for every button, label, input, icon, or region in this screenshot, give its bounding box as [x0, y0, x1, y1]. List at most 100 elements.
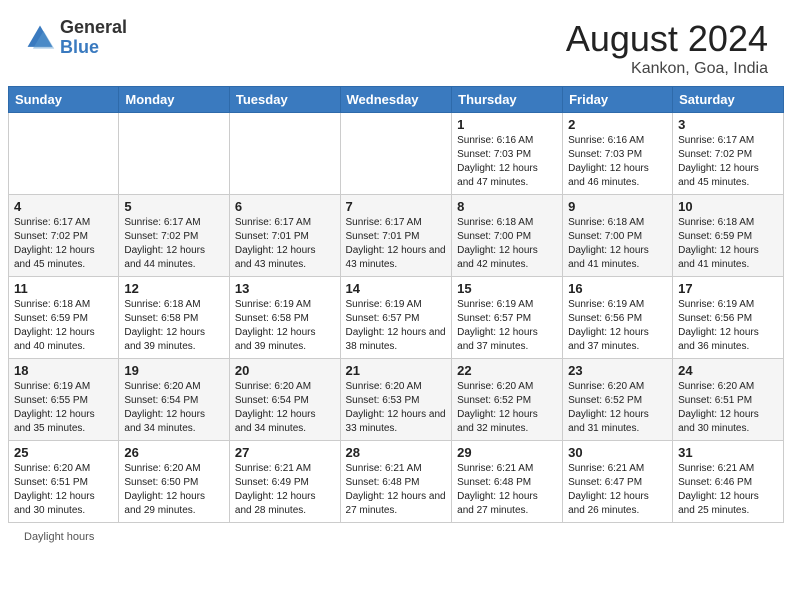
footer-note: Daylight hours — [0, 527, 792, 547]
calendar-cell: 15 Sunrise: 6:19 AMSunset: 6:57 PMDaylig… — [452, 277, 563, 359]
day-number: 16 — [568, 281, 667, 296]
calendar-cell: 13 Sunrise: 6:19 AMSunset: 6:58 PMDaylig… — [229, 277, 340, 359]
calendar-cell — [229, 113, 340, 195]
location: Kankon, Goa, India — [566, 60, 768, 78]
calendar-cell — [119, 113, 230, 195]
day-number: 21 — [346, 363, 447, 378]
calendar-table: SundayMondayTuesdayWednesdayThursdayFrid… — [8, 86, 784, 523]
day-number: 26 — [124, 445, 224, 460]
calendar-cell: 22 Sunrise: 6:20 AMSunset: 6:52 PMDaylig… — [452, 359, 563, 441]
calendar-cell — [9, 113, 119, 195]
calendar-cell: 11 Sunrise: 6:18 AMSunset: 6:59 PMDaylig… — [9, 277, 119, 359]
calendar-cell: 21 Sunrise: 6:20 AMSunset: 6:53 PMDaylig… — [340, 359, 452, 441]
calendar-cell: 30 Sunrise: 6:21 AMSunset: 6:47 PMDaylig… — [563, 441, 673, 523]
day-info: Sunrise: 6:17 AMSunset: 7:01 PMDaylight:… — [235, 217, 316, 270]
day-header-sunday: Sunday — [9, 87, 119, 113]
calendar-body: 1 Sunrise: 6:16 AMSunset: 7:03 PMDayligh… — [9, 113, 784, 523]
day-info: Sunrise: 6:21 AMSunset: 6:48 PMDaylight:… — [346, 463, 446, 516]
calendar-cell: 6 Sunrise: 6:17 AMSunset: 7:01 PMDayligh… — [229, 195, 340, 277]
day-info: Sunrise: 6:17 AMSunset: 7:02 PMDaylight:… — [124, 217, 205, 270]
day-number: 22 — [457, 363, 557, 378]
day-info: Sunrise: 6:19 AMSunset: 6:55 PMDaylight:… — [14, 381, 95, 434]
day-number: 17 — [678, 281, 778, 296]
day-number: 18 — [14, 363, 113, 378]
week-row-3: 11 Sunrise: 6:18 AMSunset: 6:59 PMDaylig… — [9, 277, 784, 359]
day-info: Sunrise: 6:16 AMSunset: 7:03 PMDaylight:… — [457, 135, 538, 188]
day-header-saturday: Saturday — [673, 87, 784, 113]
calendar-cell: 4 Sunrise: 6:17 AMSunset: 7:02 PMDayligh… — [9, 195, 119, 277]
day-number: 11 — [14, 281, 113, 296]
day-info: Sunrise: 6:21 AMSunset: 6:46 PMDaylight:… — [678, 463, 759, 516]
header-row: SundayMondayTuesdayWednesdayThursdayFrid… — [9, 87, 784, 113]
calendar-cell: 17 Sunrise: 6:19 AMSunset: 6:56 PMDaylig… — [673, 277, 784, 359]
day-info: Sunrise: 6:21 AMSunset: 6:48 PMDaylight:… — [457, 463, 538, 516]
calendar-cell: 26 Sunrise: 6:20 AMSunset: 6:50 PMDaylig… — [119, 441, 230, 523]
day-number: 14 — [346, 281, 447, 296]
calendar-wrapper: SundayMondayTuesdayWednesdayThursdayFrid… — [0, 86, 792, 527]
day-info: Sunrise: 6:20 AMSunset: 6:53 PMDaylight:… — [346, 381, 446, 434]
day-number: 6 — [235, 199, 335, 214]
day-header-tuesday: Tuesday — [229, 87, 340, 113]
day-header-friday: Friday — [563, 87, 673, 113]
day-info: Sunrise: 6:18 AMSunset: 6:59 PMDaylight:… — [14, 299, 95, 352]
calendar-cell — [340, 113, 452, 195]
calendar-cell: 5 Sunrise: 6:17 AMSunset: 7:02 PMDayligh… — [119, 195, 230, 277]
day-info: Sunrise: 6:20 AMSunset: 6:52 PMDaylight:… — [457, 381, 538, 434]
calendar-cell: 3 Sunrise: 6:17 AMSunset: 7:02 PMDayligh… — [673, 113, 784, 195]
calendar-cell: 28 Sunrise: 6:21 AMSunset: 6:48 PMDaylig… — [340, 441, 452, 523]
day-number: 30 — [568, 445, 667, 460]
calendar-cell: 29 Sunrise: 6:21 AMSunset: 6:48 PMDaylig… — [452, 441, 563, 523]
calendar-cell: 14 Sunrise: 6:19 AMSunset: 6:57 PMDaylig… — [340, 277, 452, 359]
calendar-cell: 8 Sunrise: 6:18 AMSunset: 7:00 PMDayligh… — [452, 195, 563, 277]
day-info: Sunrise: 6:18 AMSunset: 7:00 PMDaylight:… — [457, 217, 538, 270]
day-number: 2 — [568, 117, 667, 132]
day-number: 23 — [568, 363, 667, 378]
day-number: 15 — [457, 281, 557, 296]
calendar-cell: 2 Sunrise: 6:16 AMSunset: 7:03 PMDayligh… — [563, 113, 673, 195]
day-info: Sunrise: 6:20 AMSunset: 6:52 PMDaylight:… — [568, 381, 649, 434]
day-number: 20 — [235, 363, 335, 378]
calendar-cell: 12 Sunrise: 6:18 AMSunset: 6:58 PMDaylig… — [119, 277, 230, 359]
day-info: Sunrise: 6:19 AMSunset: 6:56 PMDaylight:… — [678, 299, 759, 352]
day-number: 19 — [124, 363, 224, 378]
logo-blue: Blue — [60, 38, 127, 58]
calendar-cell: 16 Sunrise: 6:19 AMSunset: 6:56 PMDaylig… — [563, 277, 673, 359]
day-number: 10 — [678, 199, 778, 214]
day-info: Sunrise: 6:20 AMSunset: 6:54 PMDaylight:… — [124, 381, 205, 434]
day-header-thursday: Thursday — [452, 87, 563, 113]
day-info: Sunrise: 6:17 AMSunset: 7:02 PMDaylight:… — [14, 217, 95, 270]
day-number: 31 — [678, 445, 778, 460]
calendar-cell: 20 Sunrise: 6:20 AMSunset: 6:54 PMDaylig… — [229, 359, 340, 441]
week-row-1: 1 Sunrise: 6:16 AMSunset: 7:03 PMDayligh… — [9, 113, 784, 195]
day-info: Sunrise: 6:20 AMSunset: 6:51 PMDaylight:… — [678, 381, 759, 434]
day-info: Sunrise: 6:20 AMSunset: 6:50 PMDaylight:… — [124, 463, 205, 516]
day-info: Sunrise: 6:18 AMSunset: 6:59 PMDaylight:… — [678, 217, 759, 270]
day-info: Sunrise: 6:19 AMSunset: 6:57 PMDaylight:… — [346, 299, 446, 352]
week-row-5: 25 Sunrise: 6:20 AMSunset: 6:51 PMDaylig… — [9, 441, 784, 523]
month-year: August 2024 — [566, 18, 768, 60]
page-header: General Blue August 2024 Kankon, Goa, In… — [0, 0, 792, 86]
calendar-header: SundayMondayTuesdayWednesdayThursdayFrid… — [9, 87, 784, 113]
logo-general: General — [60, 18, 127, 38]
day-info: Sunrise: 6:18 AMSunset: 7:00 PMDaylight:… — [568, 217, 649, 270]
logo-icon — [24, 22, 56, 54]
calendar-cell: 10 Sunrise: 6:18 AMSunset: 6:59 PMDaylig… — [673, 195, 784, 277]
day-info: Sunrise: 6:19 AMSunset: 6:57 PMDaylight:… — [457, 299, 538, 352]
calendar-cell: 25 Sunrise: 6:20 AMSunset: 6:51 PMDaylig… — [9, 441, 119, 523]
logo-text: General Blue — [60, 18, 127, 58]
calendar-cell: 27 Sunrise: 6:21 AMSunset: 6:49 PMDaylig… — [229, 441, 340, 523]
title-block: August 2024 Kankon, Goa, India — [566, 18, 768, 78]
day-number: 25 — [14, 445, 113, 460]
day-number: 3 — [678, 117, 778, 132]
calendar-cell: 23 Sunrise: 6:20 AMSunset: 6:52 PMDaylig… — [563, 359, 673, 441]
calendar-cell: 1 Sunrise: 6:16 AMSunset: 7:03 PMDayligh… — [452, 113, 563, 195]
day-header-wednesday: Wednesday — [340, 87, 452, 113]
week-row-2: 4 Sunrise: 6:17 AMSunset: 7:02 PMDayligh… — [9, 195, 784, 277]
day-number: 5 — [124, 199, 224, 214]
footer-text: Daylight hours — [24, 531, 94, 543]
logo: General Blue — [24, 18, 127, 58]
day-info: Sunrise: 6:21 AMSunset: 6:49 PMDaylight:… — [235, 463, 316, 516]
day-info: Sunrise: 6:19 AMSunset: 6:56 PMDaylight:… — [568, 299, 649, 352]
day-number: 29 — [457, 445, 557, 460]
day-info: Sunrise: 6:20 AMSunset: 6:51 PMDaylight:… — [14, 463, 95, 516]
